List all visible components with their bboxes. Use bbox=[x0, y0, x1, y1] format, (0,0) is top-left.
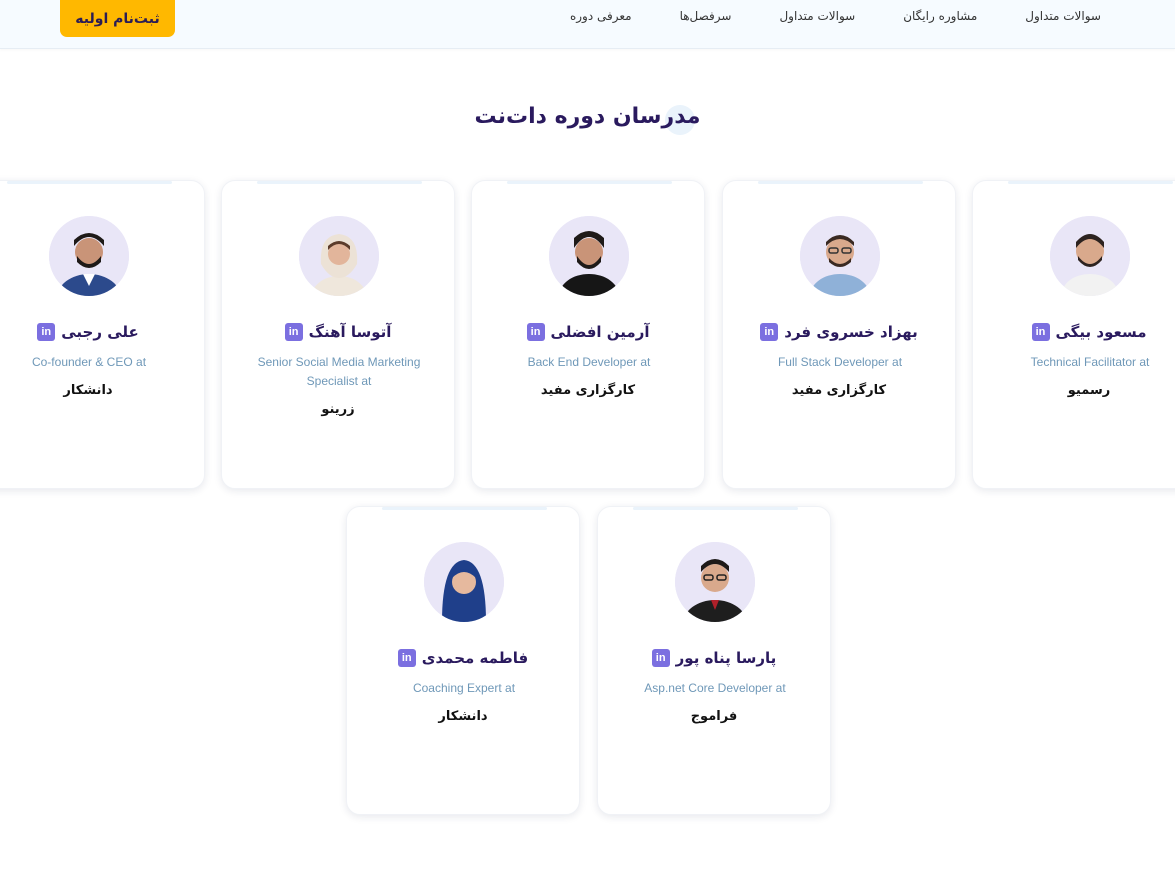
instructor-company: فراموج bbox=[690, 709, 738, 724]
instructor-role: Technical Facilitator at bbox=[1030, 355, 1150, 369]
instructor-card: آتوسا آهنگ in Senior Social Media Market… bbox=[221, 180, 455, 489]
instructor-photo bbox=[1050, 216, 1130, 296]
instructor-role: Back End Developer at bbox=[527, 355, 651, 369]
instructor-name: مسعود بیگی bbox=[1055, 323, 1147, 341]
instructor-company: کارگزاری مفید bbox=[791, 383, 887, 398]
nav-item-syllabus[interactable]: سرفصل‌ها bbox=[680, 9, 732, 23]
instructor-role: Coaching Expert at bbox=[412, 681, 516, 695]
linkedin-icon[interactable]: in bbox=[37, 323, 56, 341]
instructor-role: Co-founder & CEO at bbox=[31, 355, 147, 369]
instructor-name: بهزاد خسروی فرد bbox=[784, 323, 918, 341]
instructor-card: پارسا پناه پور in Asp.net Core Developer… bbox=[597, 506, 831, 815]
top-navigation-bar: ثبت‌نام اولیه معرفی دوره سرفصل‌ها سوالات… bbox=[0, 0, 1175, 49]
instructor-name: فاطمه محمدی bbox=[421, 649, 529, 667]
instructor-company: کارگزاری مفید bbox=[540, 383, 636, 398]
instructor-name: آتوسا آهنگ bbox=[308, 323, 392, 341]
main-nav: معرفی دوره سرفصل‌ها سوالات متداول مشاوره… bbox=[570, 9, 1101, 23]
instructor-card: آرمین افضلی in Back End Developer at کار… bbox=[471, 180, 705, 489]
linkedin-icon[interactable]: in bbox=[651, 649, 670, 667]
linkedin-icon[interactable]: in bbox=[760, 323, 779, 341]
instructor-card: علی رجبی in Co-founder & CEO at دانشکار bbox=[0, 180, 205, 489]
instructor-role: Senior Social Media Marketing Specialist… bbox=[257, 355, 421, 388]
nav-item-course-intro[interactable]: معرفی دوره bbox=[570, 9, 632, 23]
nav-item-free-consult[interactable]: مشاوره رایگان bbox=[903, 9, 977, 23]
instructor-photo bbox=[299, 216, 379, 296]
register-button[interactable]: ثبت‌نام اولیه bbox=[60, 0, 175, 37]
instructor-company: زرینو bbox=[321, 402, 355, 417]
instructor-photo bbox=[424, 542, 504, 622]
instructor-photo bbox=[800, 216, 880, 296]
nav-item-faq[interactable]: سوالات متداول bbox=[779, 9, 855, 23]
instructor-photo bbox=[549, 216, 629, 296]
instructor-name: پارسا پناه پور bbox=[675, 649, 777, 667]
instructor-photo bbox=[49, 216, 129, 296]
instructor-photo bbox=[675, 542, 755, 622]
instructor-company: رسمیو bbox=[1067, 383, 1111, 398]
linkedin-icon[interactable]: in bbox=[1031, 323, 1050, 341]
linkedin-icon[interactable]: in bbox=[284, 323, 303, 341]
instructor-card: مسعود بیگی in Technical Facilitator at ر… bbox=[972, 180, 1175, 489]
linkedin-icon[interactable]: in bbox=[526, 323, 545, 341]
instructor-card: بهزاد خسروی فرد in Full Stack Developer … bbox=[722, 180, 956, 489]
nav-item-faq-2[interactable]: سوالات متداول bbox=[1025, 9, 1101, 23]
instructor-role: Full Stack Developer at bbox=[777, 355, 903, 369]
instructor-role: Asp.net Core Developer at bbox=[644, 681, 786, 695]
instructor-company: دانشکار bbox=[438, 709, 488, 724]
instructor-name: علی رجبی bbox=[61, 323, 139, 341]
linkedin-icon[interactable]: in bbox=[397, 649, 416, 667]
instructor-name: آرمین افضلی bbox=[550, 323, 650, 341]
instructor-card: فاطمه محمدی in Coaching Expert at دانشکا… bbox=[346, 506, 580, 815]
instructor-company: دانشکار bbox=[63, 383, 113, 398]
section-title: مدرسان دوره دات‌نت bbox=[474, 104, 701, 129]
